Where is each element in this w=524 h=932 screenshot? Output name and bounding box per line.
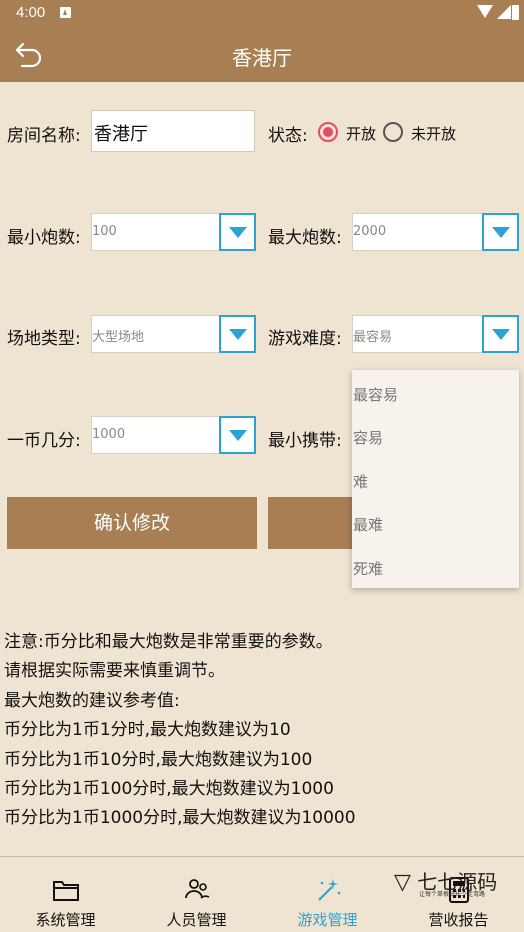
status-bar: 4:00 [0,0,524,26]
difficulty-label: 游戏难度: [268,329,342,349]
chevron-down-icon[interactable] [482,315,519,353]
notification-icon [60,7,71,18]
status-label: 状态: [268,126,308,146]
note-line: 请根据实际需要来慎重调节。 [4,661,225,682]
notes-block: 注意:币分比和最大炮数是非常重要的参数。 请根据实际需要来慎重调节。 最大炮数的… [4,628,356,834]
coin-ratio-select[interactable]: 1000 [91,416,256,454]
venue-type-value: 大型场地 [92,330,145,345]
coin-ratio-value: 1000 [92,427,126,442]
venue-type-select[interactable]: 大型场地 [91,315,256,353]
chevron-down-icon[interactable] [219,416,256,454]
wifi-icon [477,5,493,18]
tab-label: 系统管理 [35,911,96,929]
dropdown-option[interactable]: 最难 [353,514,383,535]
chevron-down-icon[interactable] [482,213,519,251]
venue-type-label: 场地类型: [7,329,81,349]
note-line: 最大炮数的建议参考值: [4,690,180,711]
magic-wand-icon [317,879,340,901]
tab-system[interactable]: 系统管理 [0,857,131,932]
max-cannon-value: 2000 [353,224,387,239]
min-carry-label: 最小携带: [268,431,342,451]
max-cannon-label: 最大炮数: [268,228,342,248]
chevron-down-icon[interactable] [219,213,256,251]
note-line: 币分比为1币10分时,最大炮数建议为100 [4,749,313,770]
app-bar: 香港厅 [0,26,524,82]
room-name-label: 房间名称: [7,126,81,146]
confirm-button[interactable]: 确认修改 [7,497,257,549]
watermark: ▽ 七七源码 让每个草根站长少走弯路 [394,866,497,898]
note-line: 币分比为1币100分时,最大炮数建议为1000 [4,778,334,799]
chevron-down-icon[interactable] [219,315,256,353]
watermark-subtext: 让每个草根站长少走弯路 [419,891,486,898]
room-name-input[interactable]: 香港厅 [91,110,255,152]
note-line: 币分比为1币1000分时,最大炮数建议为10000 [4,808,356,829]
watermark-logo-icon: ▽ [394,870,411,895]
tab-label: 营收报告 [428,911,489,929]
tab-label: 游戏管理 [297,911,358,929]
tab-game[interactable]: 游戏管理 [262,857,393,932]
folder-icon [52,881,79,901]
signal-icon [497,5,511,19]
tab-label: 人员管理 [166,911,227,929]
battery-icon [512,5,519,20]
note-line: 币分比为1币1分时,最大炮数建议为10 [4,720,291,741]
status-open-radio[interactable] [318,122,338,142]
min-cannon-value: 100 [92,224,117,239]
note-line: 注意:币分比和最大炮数是非常重要的参数。 [4,632,333,652]
dropdown-option[interactable]: 难 [353,471,368,492]
status-closed-radio[interactable] [383,122,403,142]
dropdown-option[interactable]: 死难 [353,558,383,579]
coin-ratio-label: 一币几分: [7,431,81,451]
status-open-label[interactable]: 开放 [346,123,376,144]
difficulty-value: 最容易 [353,330,393,345]
page-title: 香港厅 [232,46,292,70]
dropdown-option[interactable]: 最容易 [353,384,398,405]
difficulty-select[interactable]: 最容易 [352,315,519,353]
min-cannon-select[interactable]: 100 [91,213,256,251]
status-closed-label[interactable]: 未开放 [411,123,456,144]
dropdown-option[interactable]: 容易 [353,427,383,448]
max-cannon-select[interactable]: 2000 [352,213,519,251]
status-time: 4:00 [16,4,46,21]
difficulty-dropdown: 最容易 容易 难 最难 死难 [352,370,519,588]
tab-people[interactable]: 人员管理 [131,857,262,932]
min-cannon-label: 最小炮数: [7,228,81,248]
people-icon [184,879,209,899]
